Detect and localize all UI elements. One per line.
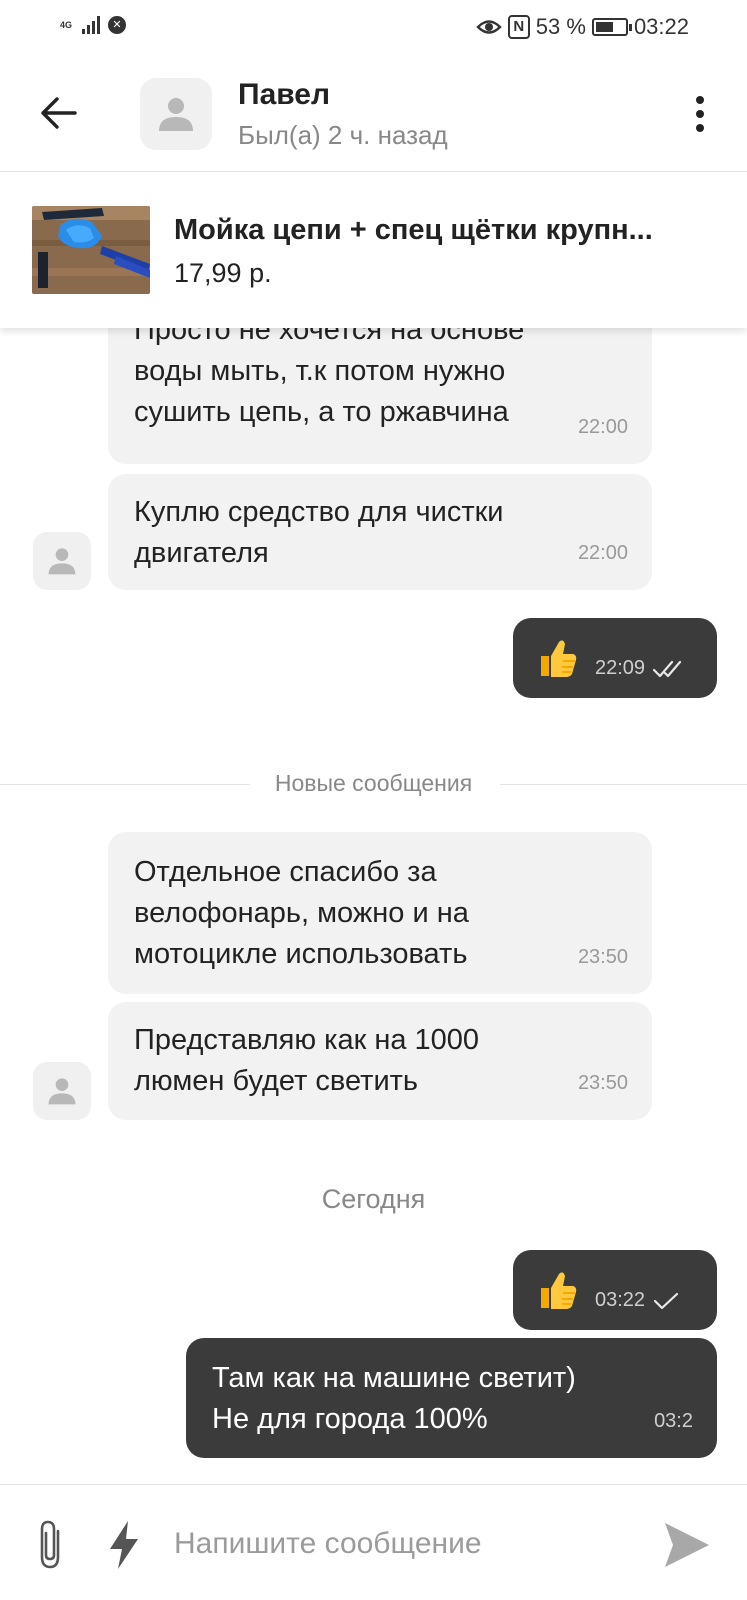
back-button[interactable]	[32, 84, 84, 142]
check-icon	[653, 1292, 679, 1309]
message-meta: 22:09	[595, 648, 687, 689]
new-messages-divider: Новые сообщения	[0, 770, 747, 800]
product-title: Мойка цепи + спец щётки крупн...	[174, 214, 653, 246]
more-options-button[interactable]	[685, 92, 715, 136]
message-list[interactable]: Просто не хочется на основе воды мыть, т…	[0, 328, 747, 1484]
date-separator: Сегодня	[321, 1184, 426, 1214]
message-text: Представляю как на 1000 люмен будет свет…	[134, 1024, 480, 1097]
chat-header: Павел Был(а) 2 ч. назад	[0, 56, 747, 172]
product-card[interactable]: Мойка цепи + спец щётки крупн... 17,99 р…	[0, 172, 747, 328]
message-time: 22:00	[577, 416, 628, 438]
send-button[interactable]	[661, 1517, 713, 1573]
vpn-icon: ✕	[108, 16, 126, 34]
more-vertical-icon	[696, 96, 704, 104]
battery-percent: 53 %	[535, 14, 586, 39]
lightning-icon	[110, 1521, 138, 1569]
message-text: Куплю средство для чистки двигателя	[134, 496, 504, 569]
thumbs-up-emoji	[541, 1272, 577, 1309]
sender-avatar[interactable]	[33, 1062, 91, 1120]
status-left: 4G ✕	[60, 16, 126, 34]
product-price: 17,99 р.	[174, 258, 272, 288]
arrow-back-icon	[41, 97, 77, 129]
network-type: 4G	[60, 19, 73, 30]
contact-avatar[interactable]	[140, 78, 212, 150]
battery-icon	[591, 18, 632, 36]
message-time: 22:00	[577, 542, 628, 564]
sender-avatar[interactable]	[33, 532, 91, 590]
paperclip-icon	[40, 1520, 60, 1569]
outgoing-message[interactable]: 03:22	[513, 1250, 717, 1330]
outgoing-message[interactable]: Там как на машине светит) Не для города …	[186, 1338, 717, 1458]
contact-last-seen: Был(а) 2 ч. назад	[238, 120, 448, 150]
signal-icon	[82, 16, 100, 34]
eye-comfort-icon	[476, 20, 502, 34]
user-placeholder-icon	[159, 98, 193, 131]
message-input[interactable]	[174, 1519, 634, 1569]
user-placeholder-icon	[48, 1078, 76, 1105]
nfc-icon: N	[507, 15, 530, 39]
status-time: 03:22	[633, 14, 689, 39]
attach-button[interactable]	[30, 1517, 70, 1573]
send-icon	[665, 1523, 709, 1567]
thumbs-up-emoji	[541, 640, 577, 677]
message-text: Отдельное спасибо за велофонарь, можно и…	[134, 856, 469, 970]
product-image	[32, 206, 150, 294]
message-meta: 03:22	[595, 1280, 679, 1321]
incoming-message[interactable]: Представляю как на 1000 люмен будет свет…	[108, 1002, 652, 1120]
incoming-message[interactable]: Отдельное спасибо за велофонарь, можно и…	[108, 832, 652, 994]
message-time: 23:50	[577, 1072, 628, 1094]
message-text: Просто не хочется на основе воды мыть, т…	[134, 328, 525, 428]
contact-name[interactable]: Павел	[238, 78, 330, 112]
message-time: 03:2	[654, 1410, 693, 1432]
message-text: Там как на машине светит) Не для города …	[212, 1362, 576, 1435]
quick-replies-button[interactable]	[104, 1517, 144, 1573]
outgoing-message[interactable]: 22:09	[513, 618, 717, 698]
status-right: N 53 % 03:22	[476, 14, 689, 40]
message-time: 23:50	[577, 946, 628, 968]
incoming-message[interactable]: Просто не хочется на основе воды мыть, т…	[108, 328, 652, 464]
message-time: 22:09	[595, 657, 646, 679]
double-check-icon	[653, 660, 682, 677]
user-placeholder-icon	[48, 548, 76, 575]
message-time: 03:22	[595, 1289, 646, 1311]
status-bar: 4G ✕ N 53 % 03:22	[0, 0, 747, 56]
incoming-message[interactable]: Куплю средство для чистки двигателя 22:0…	[108, 474, 652, 590]
message-composer	[0, 1484, 747, 1600]
